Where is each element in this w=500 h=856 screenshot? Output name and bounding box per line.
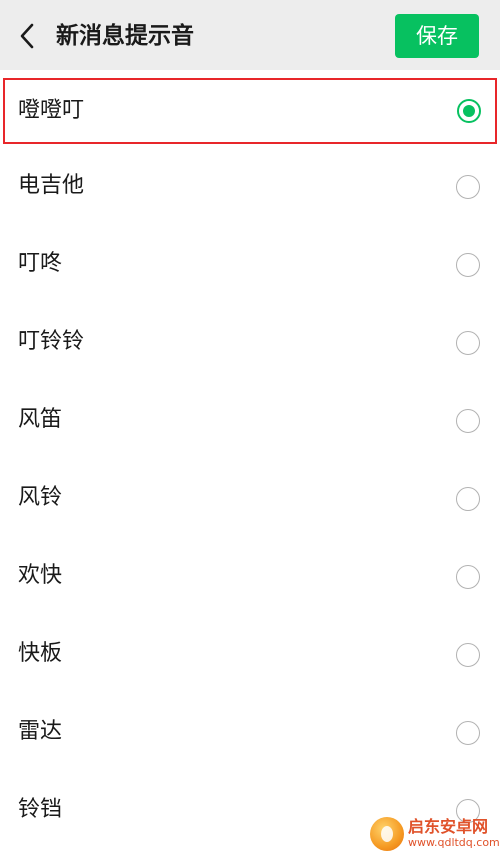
tone-settings-screen: 新消息提示音 保存 噔噔叮 电吉他 叮咚 叮铃铃 风笛 风铃 欢快 快板 雷达 … — [0, 0, 500, 856]
page-title: 新消息提示音 — [56, 23, 194, 49]
radio-unchecked-icon[interactable] — [456, 409, 480, 433]
tone-list: 噔噔叮 电吉他 叮咚 叮铃铃 风笛 风铃 欢快 快板 雷达 铃铛 — [0, 70, 500, 850]
tone-item-2[interactable]: 叮咚 — [0, 226, 500, 304]
tone-item-6[interactable]: 欢快 — [0, 538, 500, 616]
tone-label: 叮咚 — [18, 251, 63, 276]
tone-label: 电吉他 — [18, 173, 85, 198]
watermark-name: 启东安卓网 — [408, 817, 489, 836]
save-button[interactable]: 保存 — [395, 14, 479, 58]
radio-unchecked-icon[interactable] — [456, 331, 480, 355]
tone-label: 风铃 — [18, 485, 63, 510]
radio-unchecked-icon[interactable] — [456, 721, 480, 745]
watermark-text: 启东安卓网 www.qdltdq.com — [408, 818, 500, 850]
tone-item-8[interactable]: 雷达 — [0, 694, 500, 772]
tone-item-4[interactable]: 风笛 — [0, 382, 500, 460]
chevron-left-icon — [20, 23, 34, 49]
radio-unchecked-icon[interactable] — [456, 253, 480, 277]
watermark-url: www.qdltdq.com — [408, 836, 500, 849]
tone-label: 欢快 — [18, 563, 63, 588]
tone-label: 风笛 — [18, 407, 63, 432]
tone-label: 叮铃铃 — [18, 329, 85, 354]
tone-item-0[interactable]: 噔噔叮 — [3, 78, 497, 144]
tone-label: 快板 — [18, 641, 63, 666]
tone-label: 雷达 — [18, 719, 63, 744]
tone-item-3[interactable]: 叮铃铃 — [0, 304, 500, 382]
tone-item-7[interactable]: 快板 — [0, 616, 500, 694]
tone-label: 铃铛 — [18, 797, 63, 822]
radio-unchecked-icon[interactable] — [456, 175, 480, 199]
tone-item-1[interactable]: 电吉他 — [0, 148, 500, 226]
tone-label: 噔噔叮 — [18, 98, 85, 123]
radio-unchecked-icon[interactable] — [456, 487, 480, 511]
tone-item-5[interactable]: 风铃 — [0, 460, 500, 538]
top-bar: 新消息提示音 保存 — [0, 0, 500, 70]
radio-checked-icon[interactable] — [457, 99, 481, 123]
radio-unchecked-icon[interactable] — [456, 565, 480, 589]
watermark-logo-icon — [370, 817, 404, 851]
site-watermark: 启东安卓网 www.qdltdq.com — [370, 812, 500, 856]
back-button[interactable] — [12, 21, 42, 51]
radio-unchecked-icon[interactable] — [456, 643, 480, 667]
